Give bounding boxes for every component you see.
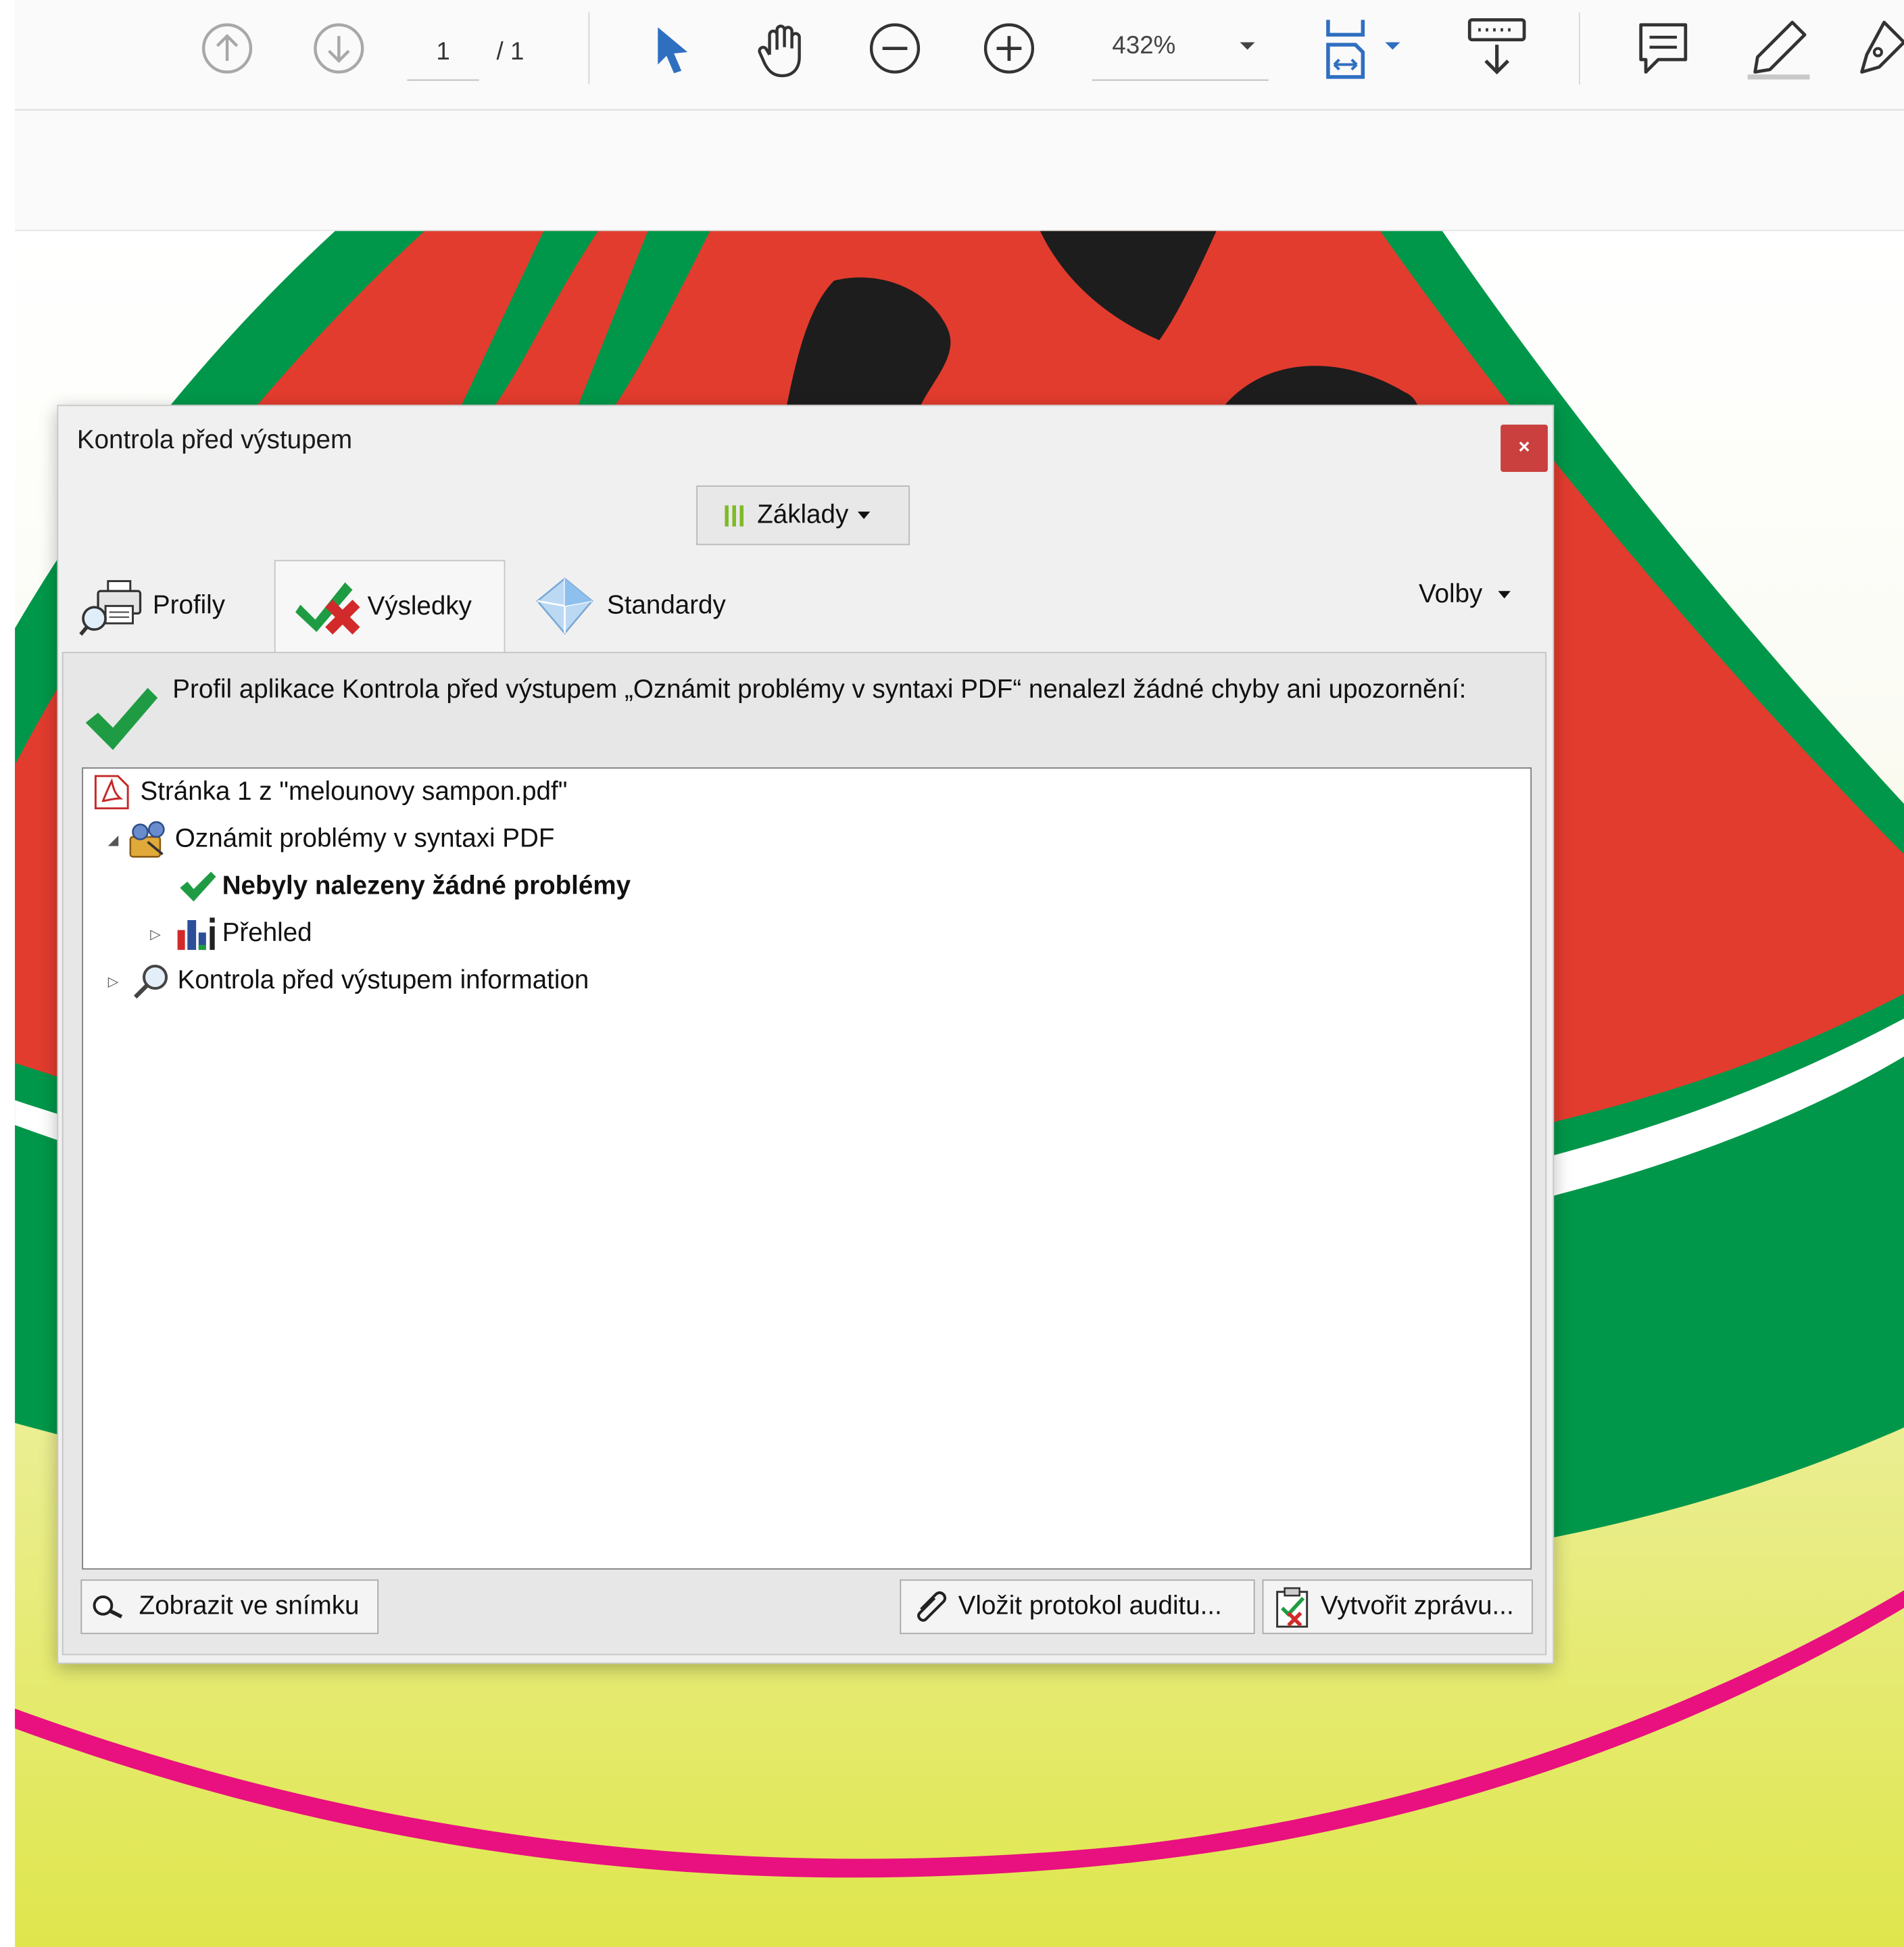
dialog-title: Kontrola před výstupem: [76, 425, 353, 455]
close-icon: ×: [1518, 437, 1530, 458]
zoom-select[interactable]: 432%: [1092, 20, 1269, 81]
zoom-value: 432%: [1112, 32, 1176, 60]
app-window: 1 / 1 432% Kontrola před výstupem × Zákl…: [0, 0, 1904, 1947]
tab-vysledky[interactable]: Výsledky: [274, 560, 506, 652]
toolbar-separator: [588, 12, 590, 85]
preflight-profile-icon: [129, 821, 165, 858]
comment-button[interactable]: [1631, 15, 1695, 80]
embed-audit-label: Vložit protokol auditu...: [958, 1591, 1222, 1620]
cursor-arrow-icon: [658, 27, 688, 74]
tab-standardy-label: Standardy: [606, 591, 726, 620]
scrolling-mode-button[interactable]: [1462, 15, 1532, 82]
show-in-snap-button[interactable]: Zobrazit ve snímku: [80, 1579, 379, 1635]
chevron-down-icon: [1498, 591, 1511, 599]
tab-profily[interactable]: Profily: [78, 560, 272, 652]
tree-item-information[interactable]: ▷ Kontrola před výstupem information: [108, 960, 589, 1002]
fit-page-button[interactable]: [1318, 15, 1417, 82]
pdf-file-icon: [94, 775, 129, 810]
zoom-in-button[interactable]: [981, 20, 1038, 76]
overview-chart-icon: [177, 917, 215, 951]
view-selector-label: Základy: [757, 500, 849, 529]
tree-item-label: Oznámit problémy v syntaxi PDF: [174, 824, 555, 853]
toolbar: 1 / 1 432%: [15, 0, 1904, 111]
collapsed-triangle-icon: ▷: [150, 927, 161, 942]
tree-item-label: Stránka 1 z "melounovy sampon.pdf": [140, 777, 568, 807]
paperclip-icon: [917, 1591, 947, 1622]
check-cross-icon: [295, 581, 360, 634]
embed-audit-trail-button[interactable]: Vložit protokol auditu...: [900, 1579, 1255, 1635]
tab-standardy[interactable]: Standardy: [533, 560, 768, 652]
tab-profily-label: Profily: [152, 591, 226, 620]
hand-tool-button[interactable]: [755, 20, 812, 79]
hand-icon: [758, 24, 801, 78]
results-panel: Profil aplikace Kontrola před výstupem „…: [62, 652, 1547, 1656]
summary-message: Profil aplikace Kontrola před výstupem „…: [172, 675, 1467, 704]
minus-circle-icon: [869, 23, 921, 74]
tree-item-profile[interactable]: ◢ Oznámit problémy v syntaxi PDF: [107, 818, 555, 860]
tree-item-no-problems[interactable]: Nebyly nalezeny žádné problémy: [178, 865, 631, 907]
bars-icon: [725, 505, 743, 527]
view-selector-button[interactable]: Základy: [696, 485, 910, 546]
pen-icon: [1860, 20, 1904, 74]
keyboard-scroll-icon: [1467, 18, 1526, 75]
draw-button[interactable]: [1855, 15, 1904, 82]
tree-item-label: Nebyly nalezeny žádné problémy: [222, 871, 631, 900]
page-total: / 1: [496, 38, 524, 66]
secondary-toolbar: [15, 110, 1904, 231]
results-tree[interactable]: Stránka 1 z "melounovy sampon.pdf" ◢ Ozn…: [82, 767, 1532, 1570]
comment-icon: [1639, 23, 1688, 74]
chevron-down-icon: [857, 511, 870, 519]
page-number-input[interactable]: 1: [407, 27, 479, 81]
tab-vysledky-label: Výsledky: [367, 592, 472, 621]
tree-item-page[interactable]: Stránka 1 z "melounovy sampon.pdf": [91, 771, 567, 813]
report-clipboard-icon: [1276, 1587, 1309, 1628]
green-check-icon: [180, 871, 216, 902]
plus-circle-icon: [983, 23, 1035, 74]
tree-item-label: Přehled: [222, 919, 312, 948]
create-report-button[interactable]: Vytvořit zprávu...: [1262, 1579, 1533, 1635]
zoom-out-button[interactable]: [866, 20, 923, 76]
highlighter-icon: [1747, 20, 1810, 80]
printer-magnifier-icon: [79, 580, 142, 636]
tree-item-overview[interactable]: ▷ Přehled: [150, 913, 312, 955]
chevron-down-icon: [1240, 42, 1255, 50]
create-report-label: Vytvořit zprávu...: [1320, 1591, 1514, 1620]
toolbar-separator: [1578, 12, 1580, 85]
highlight-button[interactable]: [1742, 15, 1817, 82]
summary-check-icon: [85, 688, 158, 750]
previous-page-button[interactable]: [199, 20, 255, 76]
fit-page-icon: [1326, 20, 1400, 79]
options-label: Volby: [1418, 579, 1483, 608]
select-tool-button[interactable]: [650, 22, 695, 77]
preflight-dialog: Kontrola před výstupem × Základy Profily…: [57, 404, 1555, 1664]
magnifier-info-icon: [133, 964, 168, 999]
arrow-down-circle-icon: [314, 23, 364, 74]
expanded-triangle-icon: ◢: [107, 832, 119, 848]
tree-item-label: Kontrola před výstupem information: [177, 965, 589, 995]
arrow-up-circle-icon: [201, 23, 253, 74]
magnifier-icon: [93, 1595, 123, 1618]
close-button[interactable]: ×: [1500, 425, 1548, 472]
collapsed-triangle-icon: ▷: [107, 974, 119, 989]
show-in-snap-label: Zobrazit ve snímku: [139, 1591, 360, 1620]
options-menu[interactable]: Volby: [1419, 580, 1512, 610]
next-page-button[interactable]: [310, 20, 367, 76]
diamond-icon: [536, 577, 593, 635]
